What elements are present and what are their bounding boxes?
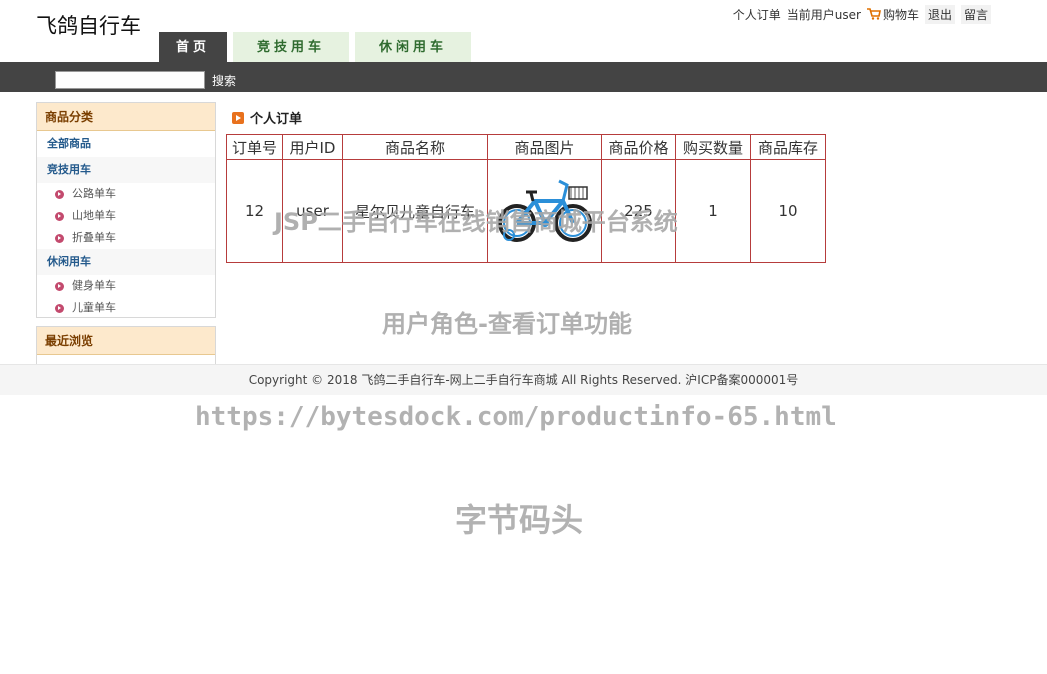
page-title: 个人订单: [232, 108, 302, 127]
col-user-id: 用户ID: [282, 134, 343, 160]
bullet-icon: [55, 211, 64, 221]
col-quantity: 购买数量: [675, 134, 751, 160]
col-order-no: 订单号: [226, 134, 283, 160]
cart-icon: [866, 8, 881, 20]
message-link[interactable]: 留言: [960, 5, 991, 24]
sidebar-item-label: 折叠单车: [72, 231, 116, 244]
watermark-title: JSP二手自行车在线销售商城平台系统: [274, 208, 678, 236]
sidebar-item-folding[interactable]: 折叠单车: [37, 227, 215, 249]
bullet-icon: [55, 189, 64, 199]
search-input[interactable]: [55, 71, 205, 89]
page-title-text: 个人订单: [250, 112, 303, 127]
cart-link[interactable]: 购物车: [866, 6, 919, 23]
tab-leisure-bikes[interactable]: 休闲用车: [355, 32, 471, 62]
cell-stock: 10: [750, 159, 826, 263]
sidebar-item-kids[interactable]: 儿童单车: [37, 297, 215, 319]
col-stock: 商品库存: [750, 134, 826, 160]
col-product-name: 商品名称: [342, 134, 488, 160]
top-links: 个人订单 当前用户user 购物车 退出 留言: [733, 5, 991, 24]
sidebar-item-label: 健身单车: [72, 279, 116, 292]
bullet-icon: [55, 281, 64, 291]
recent-panel: 最近浏览: [36, 326, 216, 364]
tab-racing-bikes[interactable]: 竞技用车: [233, 32, 349, 62]
bullet-icon: [55, 233, 64, 243]
sidebar-item-mountain[interactable]: 山地单车: [37, 205, 215, 227]
orders-table: 订单号 用户ID 商品名称 商品图片 商品价格 购买数量 商品库存 12 use…: [226, 134, 826, 263]
sidebar-item-all[interactable]: 全部商品: [37, 131, 215, 157]
cell-quantity: 1: [675, 159, 751, 263]
logout-link[interactable]: 退出: [924, 5, 955, 24]
sidebar-category-leisure[interactable]: 休闲用车: [37, 249, 215, 275]
site-logo[interactable]: 飞鸽自行车: [36, 10, 141, 40]
arrow-right-icon: [232, 111, 244, 124]
sidebar-category-racing[interactable]: 竞技用车: [37, 157, 215, 183]
search-bar: 搜索: [0, 62, 1047, 92]
recent-title: 最近浏览: [37, 327, 215, 355]
category-sidebar: 商品分类 全部商品 竞技用车 公路单车 山地单车 折叠单车 休闲用车 健身单车 …: [36, 102, 216, 318]
cart-label: 购物车: [882, 8, 919, 22]
sidebar-item-road[interactable]: 公路单车: [37, 183, 215, 205]
my-orders-link[interactable]: 个人订单: [733, 6, 781, 23]
sidebar-item-label: 山地单车: [72, 209, 116, 222]
main-nav: 首页 竞技用车 休闲用车: [159, 32, 471, 62]
search-button[interactable]: 搜索: [212, 72, 236, 89]
watermark-subtitle: 用户角色-查看订单功能: [382, 310, 632, 338]
bullet-icon: [55, 303, 64, 313]
col-product-image: 商品图片: [487, 134, 602, 160]
table-header-row: 订单号 用户ID 商品名称 商品图片 商品价格 购买数量 商品库存: [226, 134, 826, 160]
footer-copyright: Copyright © 2018 飞鸽二手自行车-网上二手自行车商城 All R…: [0, 364, 1047, 395]
current-user-label: 当前用户user: [786, 8, 861, 22]
sidebar-item-fitness[interactable]: 健身单车: [37, 275, 215, 297]
watermark-url: https://bytesdock.com/productinfo-65.htm…: [195, 402, 837, 432]
sidebar-title: 商品分类: [37, 103, 215, 131]
col-price: 商品价格: [601, 134, 676, 160]
sidebar-item-label: 儿童单车: [72, 301, 116, 314]
sidebar-item-label: 公路单车: [72, 187, 116, 200]
tab-home[interactable]: 首页: [159, 32, 227, 62]
watermark-brand: 字节码头: [455, 501, 584, 539]
